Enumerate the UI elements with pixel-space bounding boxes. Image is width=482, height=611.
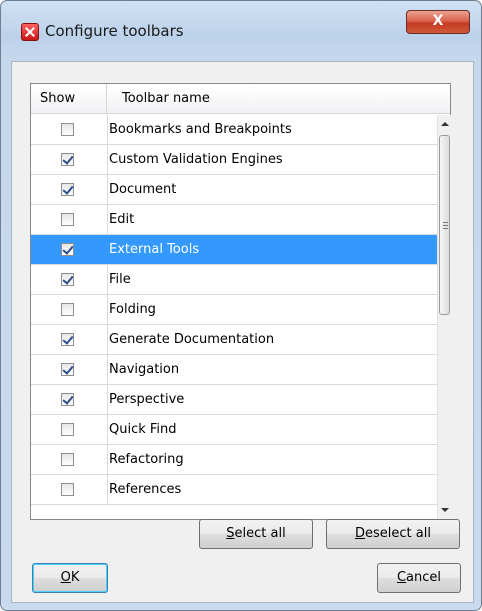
toolbar-name-cell: Navigation xyxy=(109,362,180,377)
scroll-up-arrow-icon[interactable] xyxy=(438,115,451,132)
show-cell xyxy=(31,475,108,504)
show-cell xyxy=(31,115,108,144)
toolbar-name-cell: Document xyxy=(109,182,177,197)
show-checkbox[interactable] xyxy=(61,183,74,196)
show-checkbox[interactable] xyxy=(61,123,74,136)
grip-line xyxy=(443,222,448,223)
table-row[interactable]: File xyxy=(31,265,437,295)
show-cell xyxy=(31,445,108,474)
show-checkbox[interactable] xyxy=(61,303,74,316)
show-cell xyxy=(31,355,108,384)
table-row[interactable]: References xyxy=(31,475,437,505)
toolbar-name-cell: References xyxy=(109,482,182,497)
deselect-all-mnemonic: D xyxy=(355,526,366,541)
close-button[interactable]: X xyxy=(406,10,470,34)
show-checkbox[interactable] xyxy=(61,423,74,436)
table-row[interactable]: Document xyxy=(31,175,437,205)
ok-mnemonic: O xyxy=(60,570,71,585)
select-all-mnemonic: S xyxy=(226,526,235,541)
toolbar-name-cell: Edit xyxy=(109,212,135,227)
show-cell xyxy=(31,145,108,174)
table-row[interactable]: External Tools xyxy=(31,235,437,265)
table-header: Show Toolbar name xyxy=(31,84,450,114)
cancel-button[interactable]: Cancel xyxy=(377,563,461,593)
ok-label: K xyxy=(70,570,80,585)
show-cell xyxy=(31,265,108,294)
toolbar-name-cell: Bookmarks and Breakpoints xyxy=(109,122,292,137)
table-row[interactable]: Edit xyxy=(31,205,437,235)
show-cell xyxy=(31,295,108,324)
show-cell xyxy=(31,205,108,234)
show-checkbox[interactable] xyxy=(61,393,74,406)
toolbar-name-cell: Perspective xyxy=(109,392,185,407)
dialog-title: Configure toolbars xyxy=(45,22,184,40)
scroll-thumb[interactable] xyxy=(439,135,450,315)
deselect-all-label: eselect all xyxy=(365,526,431,541)
show-checkbox[interactable] xyxy=(61,453,74,466)
show-checkbox[interactable] xyxy=(61,153,74,166)
table-row[interactable]: Navigation xyxy=(31,355,437,385)
toolbar-name-cell: Custom Validation Engines xyxy=(109,152,283,167)
select-all-button[interactable]: Select all xyxy=(199,519,313,549)
deselect-all-button[interactable]: Deselect all xyxy=(326,519,460,549)
toolbar-name-cell: Folding xyxy=(109,302,156,317)
table-row[interactable]: Perspective xyxy=(31,385,437,415)
show-cell xyxy=(31,175,108,204)
show-checkbox[interactable] xyxy=(61,333,74,346)
show-cell xyxy=(31,415,108,444)
table-row[interactable]: Refactoring xyxy=(31,445,437,475)
column-header-show[interactable]: Show xyxy=(31,84,107,113)
toolbar-name-cell: Generate Documentation xyxy=(109,332,275,347)
toolbar-name-cell: Quick Find xyxy=(109,422,177,437)
toolbar-name-cell: External Tools xyxy=(109,242,200,257)
table-row[interactable]: Folding xyxy=(31,295,437,325)
app-logo-icon xyxy=(21,23,39,41)
show-checkbox[interactable] xyxy=(61,243,74,256)
table-body: Bookmarks and Breakpoints Custom Validati… xyxy=(31,115,437,519)
configure-toolbars-dialog: Configure toolbars X Show Toolbar name B… xyxy=(0,0,482,611)
dialog-body: Show Toolbar name Bookmarks and Breakpoi… xyxy=(11,61,474,603)
cancel-label: ancel xyxy=(406,570,442,585)
show-checkbox[interactable] xyxy=(61,483,74,496)
show-checkbox[interactable] xyxy=(61,213,74,226)
column-header-toolbar-name[interactable]: Toolbar name xyxy=(107,84,437,113)
table-row[interactable]: Bookmarks and Breakpoints xyxy=(31,115,437,145)
show-cell xyxy=(31,235,108,264)
show-checkbox[interactable] xyxy=(61,363,74,376)
toolbar-name-cell: Refactoring xyxy=(109,452,184,467)
show-checkbox[interactable] xyxy=(61,273,74,286)
show-cell xyxy=(31,385,108,414)
grip-line xyxy=(443,228,448,229)
show-cell xyxy=(31,325,108,354)
ok-button[interactable]: OK xyxy=(32,563,108,593)
grip-line xyxy=(443,225,448,226)
cancel-mnemonic: C xyxy=(396,570,407,585)
vertical-scrollbar[interactable] xyxy=(437,115,451,519)
toolbar-name-cell: File xyxy=(109,272,131,287)
select-all-label: elect all xyxy=(234,526,286,541)
title-bar[interactable]: Configure toolbars X xyxy=(1,1,481,59)
table-row[interactable]: Generate Documentation xyxy=(31,325,437,355)
table-row[interactable]: Custom Validation Engines xyxy=(31,145,437,175)
toolbars-table: Show Toolbar name Bookmarks and Breakpoi… xyxy=(30,83,451,520)
table-row[interactable]: Quick Find xyxy=(31,415,437,445)
scroll-down-arrow-icon[interactable] xyxy=(438,502,451,519)
